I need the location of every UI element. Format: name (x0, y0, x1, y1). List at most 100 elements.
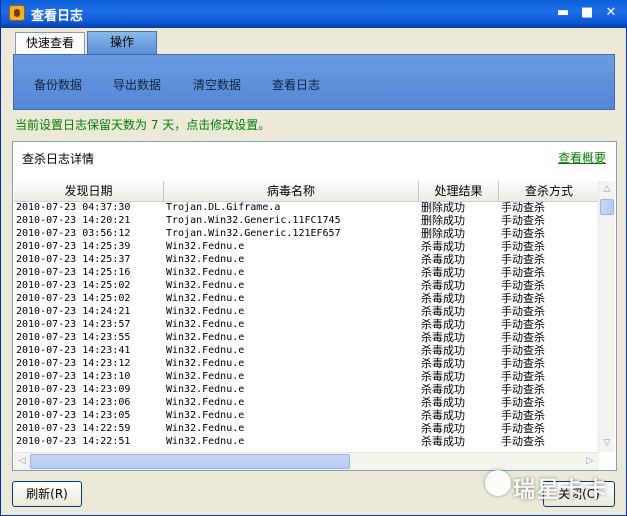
column-header-date[interactable]: 发现日期 (14, 181, 164, 201)
scroll-up-icon[interactable]: △ (601, 183, 613, 195)
minimize-button[interactable]: ▬ (553, 5, 573, 23)
table-row[interactable]: 2010-07-23 14:23:57 Win32.Fednu.e 杀毒成功 手动查杀 (14, 318, 599, 331)
watermark-logo-icon (485, 470, 511, 496)
scroll-left-icon[interactable]: ◁ (16, 455, 28, 467)
table-row[interactable]: 2010-07-23 14:25:37 Win32.Fednu.e 杀毒成功 手动查杀 (14, 253, 599, 266)
table-row[interactable]: 2010-07-23 14:23:55 Win32.Fednu.e 杀毒成功 手动查杀 (14, 331, 599, 344)
table-row[interactable]: 2010-07-23 14:25:39 Win32.Fednu.e 杀毒成功 手动查杀 (14, 240, 599, 253)
cell-virus-name: Win32.Fednu.e (166, 267, 245, 278)
cell-result: 杀毒成功 (421, 253, 465, 266)
window-title: 查看日志 (31, 9, 84, 24)
cell-method: 手动查杀 (501, 279, 545, 292)
cell-date: 2010-07-23 14:20:21 (16, 215, 131, 226)
cell-method: 手动查杀 (501, 344, 545, 357)
cell-date: 2010-07-23 04:37:30 (16, 202, 131, 213)
cell-virus-name: Win32.Fednu.e (166, 423, 245, 434)
cell-method: 手动查杀 (501, 305, 545, 318)
cell-method: 手动查杀 (501, 214, 545, 227)
table-row[interactable]: 2010-07-23 14:25:16 Win32.Fednu.e 杀毒成功 手动查杀 (14, 266, 599, 279)
table-row[interactable]: 2010-07-23 14:23:10 Win32.Fednu.e 杀毒成功 手动查杀 (14, 370, 599, 383)
view-summary-link[interactable]: 查看概要 (558, 149, 606, 166)
cell-virus-name: Win32.Fednu.e (166, 306, 245, 317)
cell-date: 2010-07-23 14:25:02 (16, 293, 131, 304)
cell-result: 杀毒成功 (421, 331, 465, 344)
close-window-button[interactable]: ✕ (601, 5, 621, 23)
scroll-down-icon[interactable]: ▽ (601, 437, 613, 449)
cell-result: 杀毒成功 (421, 279, 465, 292)
table-row[interactable]: 2010-07-23 03:56:12 Trojan.Win32.Generic.… (14, 227, 599, 240)
cell-virus-name: Trojan.DL.Giframe.a (166, 202, 281, 213)
table-row[interactable]: 2010-07-23 14:24:21 Win32.Fednu.e 杀毒成功 手动查杀 (14, 305, 599, 318)
cell-result: 杀毒成功 (421, 396, 465, 409)
maximize-button[interactable]: ■ (577, 5, 597, 23)
cell-method: 手动查杀 (501, 266, 545, 279)
table-row[interactable]: 2010-07-23 14:20:21 Trojan.Win32.Generic.… (14, 214, 599, 227)
table-row[interactable]: 2010-07-23 04:37:30 Trojan.DL.Giframe.a 删除… (14, 201, 599, 214)
title-bar[interactable]: 查看日志 ▬ ■ ✕ (1, 0, 627, 28)
cell-method: 手动查杀 (501, 331, 545, 344)
cell-date: 2010-07-23 14:23:57 (16, 319, 131, 330)
refresh-button[interactable]: 刷新(R) (12, 481, 82, 507)
view-log-button[interactable]: 查看日志 (272, 76, 320, 93)
cell-date: 2010-07-23 14:23:55 (16, 332, 131, 343)
clear-data-button[interactable]: 清空数据 (193, 76, 241, 93)
cell-method: 手动查杀 (501, 409, 545, 422)
table-row[interactable]: 2010-07-23 14:23:06 Win32.Fednu.e 杀毒成功 手动查杀 (14, 396, 599, 409)
horizontal-scroll-thumb[interactable] (30, 454, 350, 469)
cell-result: 删除成功 (421, 214, 465, 227)
cell-method: 手动查杀 (501, 292, 545, 305)
table-row[interactable]: 2010-07-23 14:22:59 Win32.Fednu.e 杀毒成功 手动查杀 (14, 422, 599, 435)
cell-result: 杀毒成功 (421, 357, 465, 370)
column-header-method[interactable]: 查杀方式 (499, 181, 599, 201)
cell-date: 2010-07-23 14:22:59 (16, 423, 131, 434)
cell-date: 2010-07-23 14:22:51 (16, 436, 131, 447)
tab-operations[interactable]: 操作 (87, 31, 157, 55)
table-row[interactable]: 2010-07-23 14:23:41 Win32.Fednu.e 杀毒成功 手动查杀 (14, 344, 599, 357)
cell-virus-name: Win32.Fednu.e (166, 397, 245, 408)
cell-virus-name: Win32.Fednu.e (166, 371, 245, 382)
tab-quick-view[interactable]: 快速查看 (15, 32, 85, 54)
table-row[interactable]: 2010-07-23 14:25:02 Win32.Fednu.e 杀毒成功 手动查杀 (14, 292, 599, 305)
cell-method: 手动查杀 (501, 370, 545, 383)
cell-date: 2010-07-23 14:25:16 (16, 267, 131, 278)
column-header-result[interactable]: 处理结果 (419, 181, 499, 201)
log-table: 发现日期 病毒名称 处理结果 查杀方式 2010-07-23 04:37:30 T… (14, 181, 599, 452)
cell-date: 2010-07-23 14:24:21 (16, 306, 131, 317)
log-retention-notice[interactable]: 当前设置日志保留天数为 7 天，点击修改设置。 (15, 116, 270, 133)
cell-method: 手动查杀 (501, 357, 545, 370)
cell-date: 2010-07-23 14:23:05 (16, 410, 131, 421)
operations-panel: 备份数据 导出数据 清空数据 查看日志 (13, 54, 615, 110)
table-row[interactable]: 2010-07-23 14:23:12 Win32.Fednu.e 杀毒成功 手动查杀 (14, 357, 599, 370)
cell-virus-name: Win32.Fednu.e (166, 332, 245, 343)
cell-date: 2010-07-23 14:23:12 (16, 358, 131, 369)
cell-date: 2010-07-23 14:23:10 (16, 371, 131, 382)
cell-result: 删除成功 (421, 227, 465, 240)
cell-date: 2010-07-23 14:25:02 (16, 280, 131, 291)
watermark: 瑞星卡卡 (483, 462, 623, 512)
cell-method: 手动查杀 (501, 422, 545, 435)
table-row[interactable]: 2010-07-23 14:23:05 Win32.Fednu.e 杀毒成功 手动查杀 (14, 409, 599, 422)
cell-virus-name: Win32.Fednu.e (166, 436, 245, 447)
column-header-virus-name[interactable]: 病毒名称 (164, 181, 419, 201)
table-row[interactable]: 2010-07-23 14:23:09 Win32.Fednu.e 杀毒成功 手动查杀 (14, 383, 599, 396)
table-row[interactable]: 2010-07-23 14:22:51 Win32.Fednu.e 杀毒成功 手动查杀 (14, 435, 599, 448)
export-data-button[interactable]: 导出数据 (113, 76, 161, 93)
cell-result: 杀毒成功 (421, 409, 465, 422)
cell-method: 手动查杀 (501, 318, 545, 331)
cell-result: 杀毒成功 (421, 370, 465, 383)
vertical-scrollbar[interactable]: △ ▽ (598, 181, 615, 452)
backup-data-button[interactable]: 备份数据 (34, 76, 82, 93)
cell-result: 杀毒成功 (421, 318, 465, 331)
cell-result: 杀毒成功 (421, 344, 465, 357)
vertical-scroll-thumb[interactable] (600, 199, 614, 215)
cell-virus-name: Win32.Fednu.e (166, 254, 245, 265)
cell-virus-name: Win32.Fednu.e (166, 293, 245, 304)
cell-virus-name: Win32.Fednu.e (166, 358, 245, 369)
watermark-text: 瑞星卡卡 (513, 478, 610, 503)
cell-virus-name: Win32.Fednu.e (166, 345, 245, 356)
cell-virus-name: Win32.Fednu.e (166, 410, 245, 421)
cell-method: 手动查杀 (501, 383, 545, 396)
table-row[interactable]: 2010-07-23 14:25:02 Win32.Fednu.e 杀毒成功 手动查杀 (14, 279, 599, 292)
app-icon (9, 5, 25, 21)
cell-method: 手动查杀 (501, 201, 545, 214)
